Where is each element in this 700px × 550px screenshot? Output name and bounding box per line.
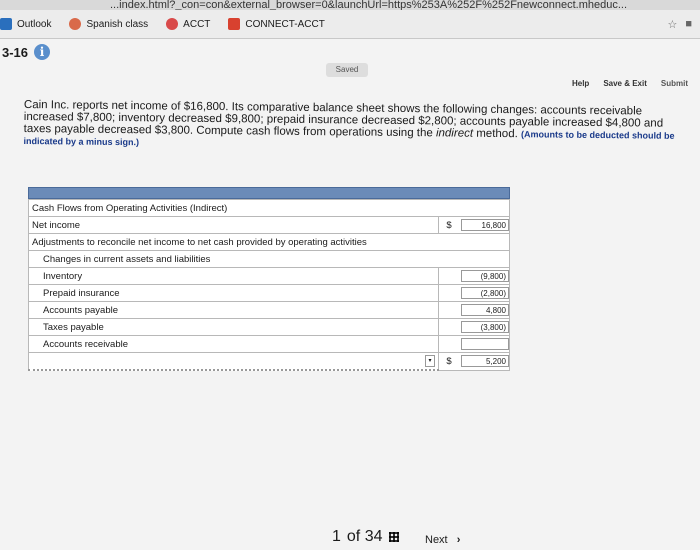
extension-icon[interactable]: ■: [685, 18, 692, 30]
next-label: Next: [425, 534, 448, 546]
dropdown-icon[interactable]: ▾: [425, 355, 435, 367]
table-header-bar: [28, 187, 510, 199]
question-number-label: 3-16: [2, 44, 29, 60]
table-title: Cash Flows from Operating Activities (In…: [28, 199, 510, 217]
question-text: Cain Inc. reports net income of $16,800.…: [23, 99, 688, 154]
table-row: Taxes payable (3,800): [28, 318, 510, 336]
row-amount-input[interactable]: (2,800): [461, 287, 509, 299]
bookmark-label: Spanish class: [86, 18, 149, 30]
adjustments-label: Adjustments to reconcile net income to n…: [28, 233, 510, 251]
submit-link[interactable]: Submit: [661, 79, 688, 88]
net-income-input[interactable]: 16,800: [461, 219, 509, 231]
table-row: Inventory (9,800): [28, 267, 510, 285]
table-row: Prepaid insurance (2,800): [28, 284, 510, 302]
outlook-icon: [0, 18, 12, 30]
row-label: Accounts payable: [28, 301, 439, 319]
question-page: 3-16 i Saved Help Save & Exit Submit Cai…: [0, 39, 700, 550]
help-link[interactable]: Help: [572, 79, 589, 88]
row-amount-input[interactable]: 4,800: [461, 304, 509, 316]
table-row: Adjustments to reconcile net income to n…: [28, 233, 510, 251]
row-label: Accounts receivable: [28, 335, 439, 353]
table-row: Cash Flows from Operating Activities (In…: [28, 199, 510, 217]
acct-icon: [166, 18, 179, 30]
page-position: 1: [332, 528, 341, 545]
bookmark-label: CONNECT-ACCT: [245, 18, 325, 30]
bookmark-label: ACCT: [183, 18, 211, 30]
row-label: Prepaid insurance: [28, 284, 439, 302]
save-exit-link[interactable]: Save & Exit: [603, 79, 647, 88]
saved-status: Saved: [326, 63, 368, 77]
question-number: 3-16 i: [2, 44, 51, 60]
bookmark-label: Outlook: [17, 18, 52, 30]
row-amount-input[interactable]: [461, 338, 509, 350]
question-body-after: method.: [473, 127, 522, 141]
bookmark-connect-acct[interactable]: CONNECT-ACCT: [228, 18, 325, 30]
row-label: Inventory: [28, 267, 439, 285]
next-button[interactable]: Next ›: [425, 534, 460, 546]
row-amount-input[interactable]: (9,800): [461, 270, 509, 282]
bookmark-spanish-class[interactable]: Spanish class: [69, 18, 148, 30]
row-label: Taxes payable: [28, 318, 439, 336]
url-bar[interactable]: ...index.html?_con=con&external_browser=…: [0, 0, 700, 10]
question-method: indirect: [435, 127, 474, 140]
table-row: ▾ $ 5,200: [28, 352, 510, 371]
bookmarks-bar: Outlook Spanish class ACCT CONNECT-ACCT …: [0, 10, 700, 39]
changes-label: Changes in current assets and liabilitie…: [28, 250, 510, 268]
row-amount-input[interactable]: (3,800): [461, 321, 509, 333]
net-income-label: Net income: [28, 216, 439, 234]
currency-symbol: $: [438, 216, 459, 234]
cash-flow-table: Cash Flows from Operating Activities (In…: [28, 187, 510, 371]
star-icon[interactable]: ☆: [667, 18, 677, 31]
bookmark-outlook[interactable]: Outlook: [0, 18, 51, 30]
table-row: Accounts receivable: [28, 335, 510, 353]
grid-icon[interactable]: [388, 532, 399, 542]
browser-actions: ☆ ■: [667, 18, 692, 31]
total-input[interactable]: 5,200: [461, 355, 509, 368]
total-label-select[interactable]: ▾: [28, 352, 439, 371]
info-icon[interactable]: i: [34, 44, 51, 60]
connect-acct-icon: [228, 18, 241, 30]
currency-symbol: $: [438, 352, 459, 371]
top-links: Help Save & Exit Submit: [572, 79, 688, 88]
bookmark-acct[interactable]: ACCT: [166, 18, 210, 30]
chevron-right-icon: ›: [456, 534, 461, 546]
table-row: Net income $ 16,800: [28, 216, 510, 234]
spanish-class-icon: [69, 18, 82, 30]
table-row: Accounts payable 4,800: [28, 301, 510, 319]
table-row: Changes in current assets and liabilitie…: [28, 250, 510, 268]
pager: 1 of 34: [332, 528, 399, 546]
page-total: of 34: [346, 528, 383, 545]
